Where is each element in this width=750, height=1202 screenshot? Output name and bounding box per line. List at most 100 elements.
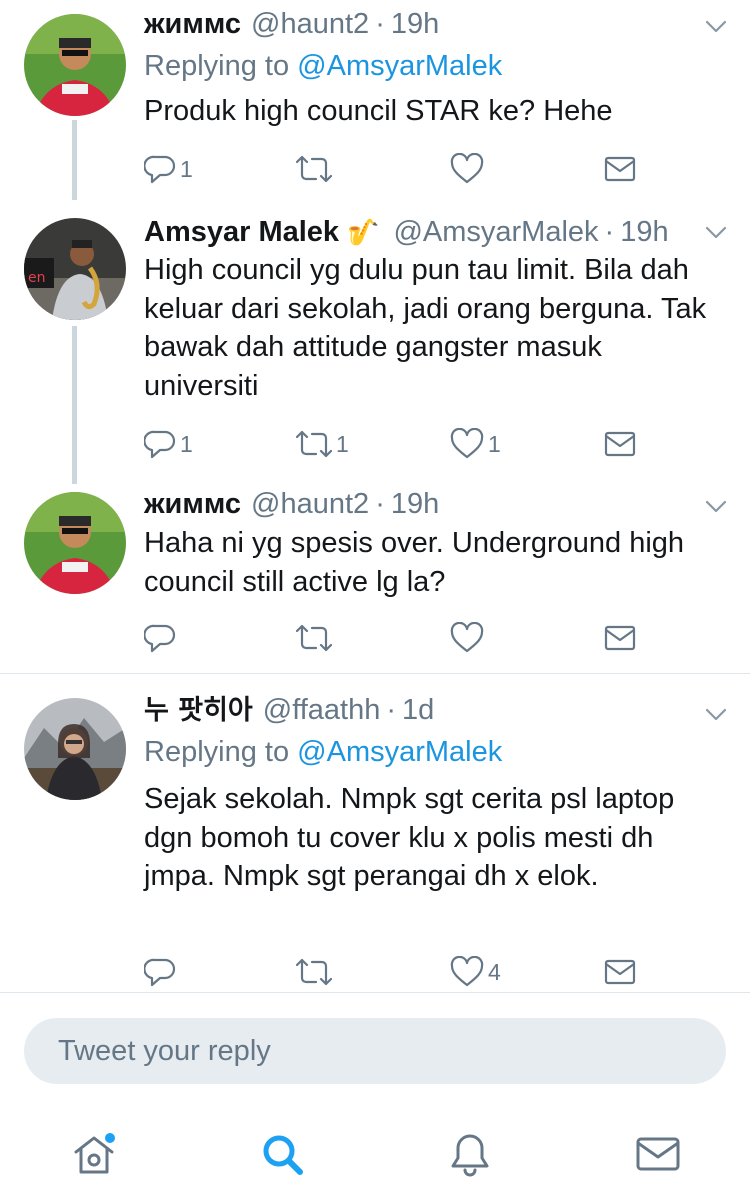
divider [0, 992, 750, 993]
envelope-icon [604, 625, 636, 651]
tab-notifications[interactable] [446, 1130, 494, 1178]
reply-icon [144, 958, 176, 987]
separator-dot: · [375, 488, 385, 520]
tweet-actions: 4 [144, 952, 644, 992]
reply-placeholder: Tweet your reply [58, 1035, 271, 1067]
tweet-4[interactable]: 누 팟히아 @ffaathh · 1d Replying to @AmsyarM… [0, 674, 750, 992]
direct-message-button[interactable] [604, 952, 636, 992]
chevron-down-icon[interactable] [704, 702, 728, 726]
retweet-icon [296, 430, 332, 458]
tweet-2[interactable]: en Amsyar Malek 🎷 @AmsyarMalek · 19h Hig… [0, 190, 750, 484]
tweet-text: High council yg dulu pun tau limit. Bila… [144, 254, 707, 402]
replying-label: Replying to [144, 50, 290, 82]
tweet-actions: 1 1 1 [144, 424, 644, 464]
saxophone-badge-icon: 🎷 [347, 217, 380, 247]
avatar[interactable] [24, 698, 126, 800]
separator-dot: · [375, 8, 385, 40]
timestamp[interactable]: 19h [391, 4, 439, 44]
user-handle[interactable]: @ffaathh [263, 690, 381, 730]
timestamp[interactable]: 19h [620, 212, 668, 252]
display-name[interactable]: жиммс [144, 4, 241, 44]
reply-button[interactable]: 1 [144, 424, 193, 464]
retweet-button[interactable] [296, 149, 336, 189]
timestamp[interactable]: 1d [402, 690, 434, 730]
envelope-icon [604, 431, 636, 457]
chevron-down-icon[interactable] [704, 14, 728, 38]
separator-dot: · [604, 216, 615, 248]
notification-dot [105, 1133, 115, 1143]
tweet-text: Sejak sekolah. Nmpk sgt cerita psl lapto… [144, 783, 675, 892]
timestamp[interactable]: 19h [391, 484, 439, 524]
user-handle[interactable]: @haunt2 [251, 4, 369, 44]
tweet-text: Produk high council STAR ke? Hehe [144, 95, 613, 127]
avatar[interactable] [24, 492, 126, 594]
reply-button[interactable]: 1 [144, 149, 193, 189]
reply-input[interactable]: Tweet your reply [24, 1018, 726, 1084]
like-count: 4 [488, 958, 501, 985]
thread-line [72, 326, 77, 484]
tweet-1[interactable]: жиммс @haunt2 · 19h Replying to @AmsyarM… [0, 0, 750, 200]
like-button[interactable] [450, 618, 488, 658]
tweet-actions: 1 [144, 149, 644, 189]
display-name[interactable]: 누 팟히아 [144, 691, 253, 731]
envelope-icon [604, 959, 636, 985]
tweet-actions [144, 618, 644, 658]
reply-button[interactable] [144, 952, 180, 992]
chevron-down-icon[interactable] [704, 494, 728, 518]
retweet-button[interactable] [296, 618, 336, 658]
like-button[interactable] [450, 149, 488, 189]
retweet-icon [296, 624, 332, 652]
reply-count: 1 [180, 155, 193, 182]
avatar[interactable] [24, 14, 126, 116]
separator-dot: · [386, 694, 397, 726]
tweet-header: жиммс @haunt2 · 19h [144, 484, 439, 524]
replying-to: Replying to @AmsyarMalek [144, 732, 502, 772]
display-name[interactable]: Amsyar Malek [144, 212, 339, 252]
replying-to: Replying to @AmsyarMalek [144, 46, 502, 86]
heart-icon [450, 956, 484, 987]
heart-icon [450, 622, 484, 653]
reply-icon [144, 430, 176, 459]
user-handle[interactable]: @AmsyarMalek [393, 212, 598, 252]
tab-search[interactable] [258, 1130, 306, 1178]
reply-icon [144, 624, 176, 653]
direct-message-button[interactable] [604, 618, 636, 658]
tweet-header: жиммс @haunt2 · 19h [144, 4, 439, 44]
reply-icon [144, 155, 176, 184]
tweet-3[interactable]: жиммс @haunt2 · 19h Haha ni yg spesis ov… [0, 484, 750, 672]
display-name[interactable]: жиммс [144, 484, 241, 524]
replying-mention[interactable]: @AmsyarMalek [297, 736, 502, 768]
avatar[interactable]: en [24, 218, 126, 320]
envelope-icon [604, 156, 636, 182]
notifications-icon [451, 1134, 489, 1177]
retweet-button[interactable] [296, 952, 336, 992]
tab-messages[interactable] [634, 1130, 682, 1178]
thread-line [72, 120, 77, 200]
user-handle[interactable]: @haunt2 [251, 484, 369, 524]
bottom-tab-bar [0, 1110, 750, 1202]
search-icon [263, 1135, 303, 1175]
like-button[interactable]: 1 [450, 424, 501, 464]
tweet-header: Amsyar Malek 🎷 @AmsyarMalek · 19h [144, 212, 669, 252]
thread-line [72, 190, 77, 200]
svg-text:en: en [28, 270, 46, 286]
retweet-icon [296, 155, 332, 183]
heart-icon [450, 153, 484, 184]
replying-mention[interactable]: @AmsyarMalek [297, 50, 502, 82]
retweet-button[interactable]: 1 [296, 424, 349, 464]
tab-home[interactable] [70, 1130, 118, 1178]
tweet-header: 누 팟히아 @ffaathh · 1d [144, 690, 434, 730]
tweet-text: Haha ni yg spesis over. Underground high… [144, 527, 685, 598]
reply-button[interactable] [144, 618, 180, 658]
retweet-icon [296, 958, 332, 986]
chevron-down-icon[interactable] [704, 220, 728, 244]
direct-message-button[interactable] [604, 149, 636, 189]
reply-count: 1 [180, 430, 193, 457]
direct-message-button[interactable] [604, 424, 636, 464]
home-icon [74, 1133, 115, 1174]
retweet-count: 1 [336, 430, 349, 457]
replying-label: Replying to [144, 736, 290, 768]
like-count: 1 [488, 430, 501, 457]
like-button[interactable]: 4 [450, 952, 501, 992]
heart-icon [450, 428, 484, 459]
